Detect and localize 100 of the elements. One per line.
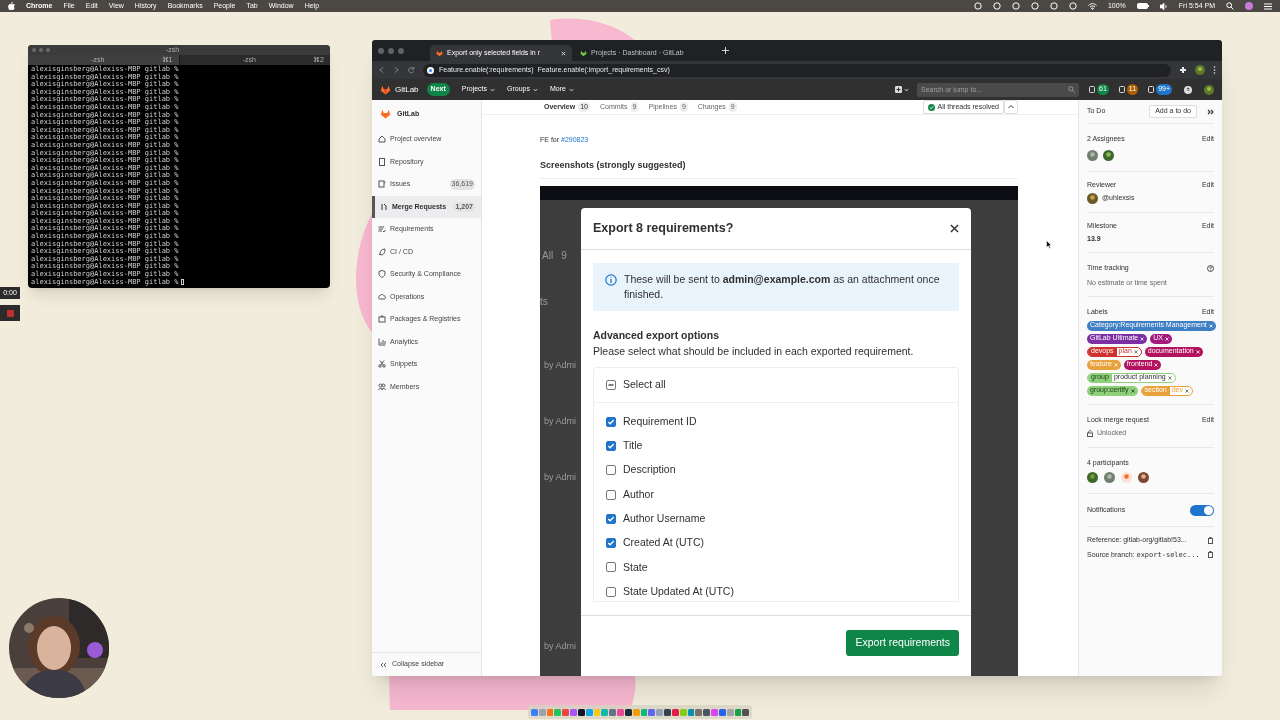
avatar-icon[interactable]	[1103, 149, 1114, 161]
author-text: by Admi	[544, 471, 576, 484]
cursor	[180, 279, 184, 286]
options-hint: Please select what should be included in each exported requirement.	[593, 343, 915, 359]
checkbox-label: Title	[623, 438, 643, 454]
create-button[interactable]	[895, 86, 910, 93]
checkbox[interactable]	[606, 586, 616, 597]
unlock-icon	[1087, 429, 1093, 437]
section-heading: Screenshots (strongly suggested)	[540, 158, 1018, 179]
avatar-icon[interactable]	[1195, 65, 1205, 75]
author-text: by Admi	[544, 359, 576, 372]
checkbox-label: Created At (UTC)	[623, 535, 705, 551]
info-icon	[605, 274, 617, 286]
battery-icon[interactable]	[1136, 3, 1149, 9]
plus-icon	[895, 86, 903, 93]
mouse-pointer-icon	[1046, 240, 1052, 249]
extension-icon[interactable]	[1179, 66, 1187, 74]
export-button[interactable]: Export requirements	[846, 630, 959, 656]
help-icon[interactable]	[1184, 85, 1192, 94]
checkbox[interactable]	[606, 562, 616, 573]
options-title: Advanced export options	[593, 328, 720, 343]
avatar-icon[interactable]	[1087, 149, 1098, 161]
more-icon[interactable]	[1213, 66, 1216, 74]
document-icon	[1118, 86, 1125, 93]
dialog-title: Export 8 requirements?	[593, 220, 734, 238]
tab-label: All	[542, 249, 554, 263]
cloud-icon	[378, 292, 386, 301]
google-icon	[427, 66, 434, 74]
author-text: by Admi	[544, 640, 576, 653]
caret-icon	[533, 87, 539, 92]
status-icon[interactable]	[1049, 2, 1058, 10]
document-icon	[378, 157, 386, 166]
package-icon	[378, 315, 386, 324]
wifi-icon[interactable]	[1087, 2, 1097, 10]
new-tab-icon[interactable]	[722, 47, 729, 54]
double-chevron-icon[interactable]	[1207, 108, 1214, 115]
rocket-icon	[378, 247, 386, 256]
copy-icon[interactable]	[1208, 551, 1214, 559]
checkbox-label: State Updated At (UTC)	[623, 583, 734, 599]
back-icon[interactable]	[378, 66, 385, 74]
scissors-icon	[378, 360, 386, 369]
text-fragment: ts	[540, 295, 548, 309]
avatar-icon[interactable]	[1204, 84, 1214, 95]
checkbox[interactable]	[606, 465, 616, 476]
help-icon[interactable]	[1207, 264, 1214, 272]
siri-icon[interactable]	[1245, 2, 1253, 10]
stop-icon	[6, 309, 14, 317]
caret-icon	[490, 87, 496, 92]
record-button[interactable]	[0, 305, 20, 321]
check-circle-icon	[927, 103, 935, 111]
avatar-icon[interactable]	[1104, 472, 1115, 483]
caret-icon	[904, 87, 910, 92]
status-icon[interactable]	[1068, 2, 1077, 10]
status-icon[interactable]	[1030, 2, 1039, 10]
checkbox-label: Description	[623, 462, 676, 478]
avatar-icon[interactable]	[1087, 193, 1098, 204]
forward-icon[interactable]	[393, 66, 400, 74]
tab-count: 9	[561, 249, 567, 263]
checkbox[interactable]	[606, 538, 616, 549]
close-icon[interactable]	[950, 224, 959, 233]
checkbox-label: Requirement ID	[623, 413, 697, 429]
fox-icon[interactable]	[380, 109, 391, 119]
search-icon	[1068, 86, 1076, 93]
notifications-toggle[interactable]	[1190, 504, 1214, 516]
checkbox[interactable]	[606, 416, 616, 427]
avatar-icon[interactable]	[1087, 472, 1098, 483]
copy-icon[interactable]	[1208, 536, 1214, 544]
fox-icon[interactable]	[380, 84, 391, 95]
caret-icon	[569, 87, 574, 92]
reload-icon[interactable]	[408, 66, 415, 74]
checkbox[interactable]	[606, 489, 616, 500]
author-text: by Admi	[544, 415, 576, 428]
collapse-button[interactable]	[1004, 100, 1018, 114]
brand-name[interactable]: GitLab	[395, 83, 419, 96]
menu-icon[interactable]	[1264, 2, 1272, 10]
issue-icon	[378, 180, 386, 189]
search-icon[interactable]	[1226, 2, 1234, 10]
status-icon[interactable]	[973, 2, 982, 10]
document-icon	[1089, 86, 1096, 93]
fox-icon	[580, 49, 587, 57]
status-icon[interactable]	[1011, 2, 1020, 10]
status-icon[interactable]	[992, 2, 1001, 10]
document-icon	[1148, 86, 1155, 93]
checkbox-label: State	[623, 559, 648, 575]
checkbox[interactable]	[606, 440, 616, 451]
volume-icon[interactable]	[1159, 2, 1168, 10]
checkbox-label: Select all	[623, 376, 666, 392]
avatar-icon[interactable]	[1138, 472, 1149, 483]
people-icon	[378, 382, 386, 391]
home-icon	[378, 135, 386, 144]
checkbox[interactable]	[606, 513, 616, 524]
alert-text: These will be sent to admin@example.com as an attachment once finished.	[624, 272, 941, 302]
list-icon	[378, 225, 386, 234]
apple-icon[interactable]	[8, 2, 15, 10]
shield-icon	[378, 270, 386, 279]
chart-icon	[378, 337, 386, 346]
fox-icon	[436, 49, 443, 57]
merge-icon	[380, 202, 388, 211]
double-chevron-icon	[380, 661, 387, 668]
checkbox[interactable]	[606, 379, 616, 390]
